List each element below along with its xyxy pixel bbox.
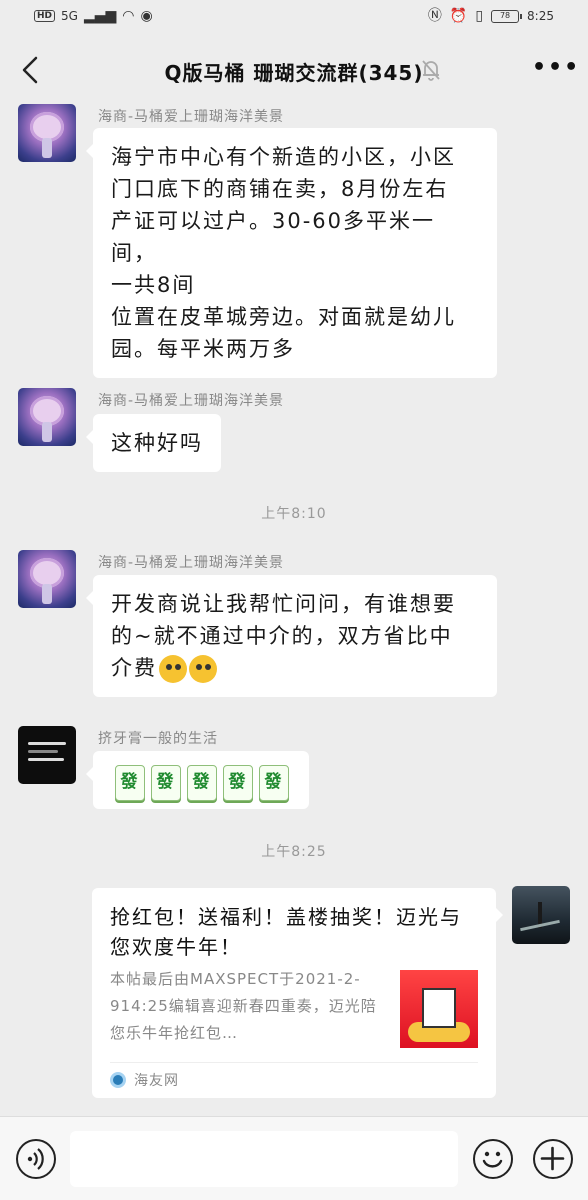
message-line: 海宁市中心有个新造的小区，小区 [111,145,456,169]
message-bubble[interactable]: 海宁市中心有个新造的小区，小区 门口底下的商铺在卖，8月份左右 产证可以过户。3… [86,128,497,378]
message-input[interactable] [70,1131,458,1187]
my-avatar[interactable] [512,886,570,944]
sender-name: 海商-马桶爱上珊瑚海洋美景 [98,393,285,409]
message-line: 园。每平米两万多 [111,337,295,361]
facepalm-emoji-icon [159,655,187,683]
shared-link-card[interactable]: 抢红包！送福利！盖楼抽奖！迈光与您欢度牛年！ 本帖最后由MAXSPECT于202… [92,888,503,1098]
message-bubble[interactable]: 这种好吗 [86,414,221,472]
mahjong-tile-icon: 發 [187,765,217,801]
card-description: 本帖最后由MAXSPECT于2021-2-914:25编辑喜迎新春四重奏，迈光陪… [110,970,377,1042]
avatar[interactable] [18,388,76,446]
plus-icon [540,1146,565,1171]
message-line: 门口底下的商铺在卖，8月份左右 [111,177,449,201]
card-source: 海友网 [134,1073,179,1089]
message-bubble[interactable]: 發發發發發 [86,751,309,809]
message-line: 位置在皮革城旁边。对面就是幼儿 [111,305,456,329]
message-line: 一共8间 [111,273,196,297]
hd-indicator: HD [34,10,56,22]
divider [110,1062,478,1063]
sender-name: 海商-马桶爱上珊瑚海洋美景 [98,109,285,125]
timestamp: 上午8:10 [261,506,327,522]
input-bar [0,1116,588,1200]
message-line: 介费 [111,652,479,684]
card-thumbnail [400,970,478,1048]
battery-icon: 78 [491,9,523,23]
status-time: 8:25 [527,9,554,23]
voice-button[interactable] [16,1139,56,1179]
vibrate-icon: ▯ [475,8,484,24]
chat-header: Q版马桶 珊瑚交流群(345) ••• [0,36,588,106]
facepalm-emoji-icon [189,655,217,683]
mahjong-tile-icon: 發 [115,765,145,801]
avatar[interactable] [18,726,76,784]
signal-icon: ▂▄▆ [83,8,117,24]
wifi-icon: ◠ [122,8,135,24]
eye-icon: ◉ [140,8,153,24]
chat-title: Q版马桶 珊瑚交流群(345) [164,61,424,85]
status-bar: HD 5G ▂▄▆ ◠ ◉ Ⓝ ⏰ ▯ 78 8:25 [0,0,588,36]
bell-off-icon [422,60,440,81]
card-title: 抢红包！送福利！盖楼抽奖！迈光与您欢度牛年！ [110,905,462,959]
message-line-text: 介费 [111,656,157,680]
message-line: 产证可以过户。30-60多平米一间， [111,209,436,265]
sender-name: 挤牙膏一般的生活 [98,731,218,747]
message-line: 的~就不通过中介的，双方省比中 [111,624,453,648]
avatar[interactable] [18,104,76,162]
sender-name: 海商-马桶爱上珊瑚海洋美景 [98,555,285,571]
mahjong-tile-icon: 發 [223,765,253,801]
voice-icon [27,1148,44,1170]
alarm-icon: ⏰ [449,8,468,24]
mahjong-tile-icon: 發 [259,765,289,801]
more-button[interactable]: ••• [532,57,578,82]
message-line: 开发商说让我帮忙问问，有谁想要 [111,592,456,616]
timestamp: 上午8:25 [261,844,327,860]
smiley-icon [482,1151,503,1168]
message-bubble[interactable]: 开发商说让我帮忙问问，有谁想要 的~就不通过中介的，双方省比中 介费 [86,575,497,697]
avatar[interactable] [18,550,76,608]
nfc-icon: Ⓝ [427,8,442,24]
source-logo-icon [110,1072,126,1088]
plus-button[interactable] [533,1139,573,1179]
emoji-button[interactable] [473,1139,513,1179]
network-indicator: 5G [61,9,78,23]
mahjong-tile-icon: 發 [151,765,181,801]
message-text: 这种好吗 [111,431,203,455]
